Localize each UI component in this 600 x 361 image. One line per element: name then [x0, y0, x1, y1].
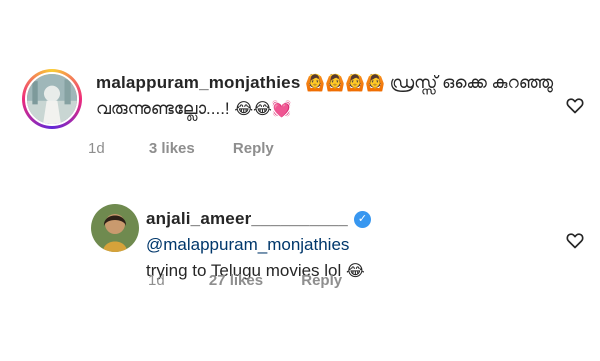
comment-1-meta: 1d 3 likes Reply	[88, 140, 308, 157]
reply-button[interactable]: Reply	[301, 272, 342, 289]
comment-2: anjali_ameer__________ ✓@malappuram_monja…	[0, 180, 600, 361]
avatar-image	[27, 74, 77, 124]
mention-link[interactable]: @malappuram_monjathies	[146, 235, 349, 254]
comment-timestamp[interactable]: 1d	[88, 140, 105, 157]
avatar-malappuram-monjathies[interactable]	[22, 69, 82, 129]
comment-1: malappuram_monjathies 🙆🙆🙆🙆 ഡ്രസ്സ് ഒക്കെ…	[0, 0, 600, 180]
verified-badge-icon: ✓	[353, 211, 371, 229]
emoji-prefix: 🙆🙆🙆🙆	[305, 73, 385, 92]
comment-username[interactable]: malappuram_monjathies	[96, 73, 300, 92]
comment-2-meta: 1d 27 likes Reply	[148, 272, 376, 289]
comment-1-body: malappuram_monjathies 🙆🙆🙆🙆 ഡ്രസ്സ് ഒക്കെ…	[96, 70, 556, 122]
avatar-anjali-ameer[interactable]	[91, 204, 139, 252]
reply-button[interactable]: Reply	[233, 140, 274, 157]
like-count[interactable]: 27 likes	[209, 272, 263, 289]
comment-text-line1: ഡ്രസ്സ് ഒക്കെ കുറഞ്ഞു	[389, 73, 554, 92]
comment-timestamp[interactable]: 1d	[148, 272, 165, 289]
comment-username[interactable]: anjali_ameer__________	[146, 209, 348, 228]
like-count[interactable]: 3 likes	[149, 140, 195, 157]
avatar-image	[91, 204, 139, 252]
heart-outline-icon[interactable]	[565, 230, 585, 250]
emoji-suffix: 😂😂💓	[234, 99, 292, 118]
comment-text-line2: വരുന്നുണ്ടല്ലോ....!	[96, 99, 230, 118]
heart-outline-icon[interactable]	[565, 95, 585, 115]
